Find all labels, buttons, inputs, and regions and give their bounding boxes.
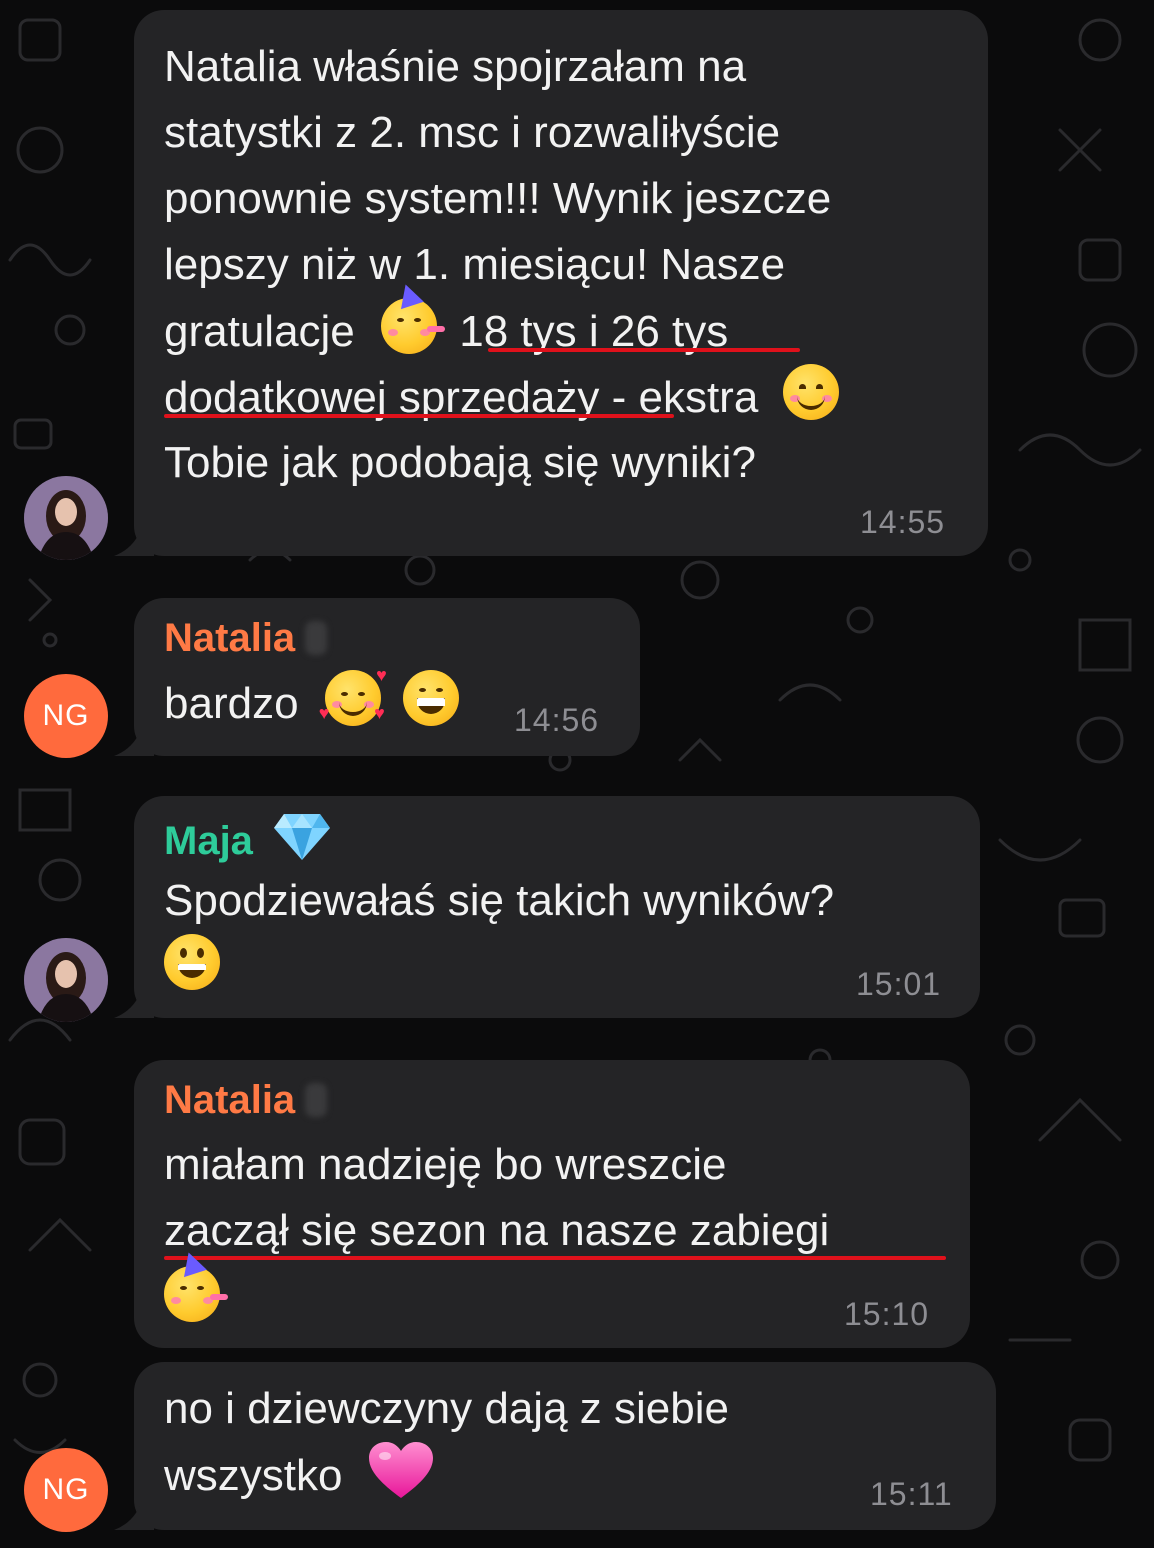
- smiling-face-emoji: [782, 364, 839, 420]
- message-line: statystki z 2. msc i rozwaliłyście: [164, 108, 781, 157]
- message-bubble-3[interactable]: Maja Spodziewałaś się takich wyników? 15…: [134, 796, 980, 1018]
- message-line: lepszy niż w 1. miesiącu! Nasze: [164, 240, 786, 289]
- bubble-tail: [114, 978, 154, 1018]
- avatar-initials[interactable]: NG: [24, 674, 108, 758]
- grinning-face-emoji: [403, 670, 460, 726]
- message-bubble-5[interactable]: no i dziewczyny dają z siebie wszystko 1…: [134, 1362, 996, 1530]
- highlighted-phrase: zaczął się sezon na nasze zabiegi: [164, 1206, 830, 1255]
- gem-stone-icon: [274, 814, 331, 860]
- message-timestamp: 15:10: [844, 1296, 930, 1332]
- grinning-face-emoji: [164, 934, 220, 990]
- message-line: Natalia właśnie spojrzałam na: [164, 42, 747, 91]
- highlight-underline: [164, 1256, 946, 1260]
- message-line: [164, 1248, 228, 1333]
- message-line: gratulacje 18 tys i 26 tys: [164, 280, 728, 365]
- smiling-face-with-hearts-emoji: ♥ ♥ ♥: [319, 666, 387, 726]
- message-line: Spodziewałaś się takich wyników?: [164, 876, 835, 925]
- highlight-underline: [488, 348, 800, 352]
- message-bubble-2[interactable]: Natalia bardzo ♥ ♥ ♥ 14:56: [134, 598, 640, 756]
- sender-name: Maja: [164, 812, 331, 865]
- message-line: no i dziewczyny dają z siebie: [164, 1384, 729, 1433]
- message-timestamp: 14:55: [860, 504, 946, 540]
- blurred-surname: [305, 621, 328, 655]
- pink-heart-icon: [368, 1442, 433, 1498]
- profile-photo-icon: [24, 938, 108, 1022]
- sender-name: Natalia: [164, 1076, 328, 1124]
- sender-name-text: Maja: [164, 819, 253, 863]
- bubble-tail: [114, 1490, 154, 1530]
- message-line: wszystko: [164, 1442, 433, 1509]
- bubble-tail: [114, 516, 154, 556]
- message-timestamp: 15:11: [870, 1476, 953, 1512]
- partying-face-emoji: [381, 280, 446, 354]
- message-fragment: gratulacje: [164, 307, 355, 356]
- message-timestamp: 15:01: [856, 966, 942, 1002]
- sender-name-text: Natalia: [164, 1078, 296, 1122]
- message-timestamp: 14:56: [514, 702, 600, 738]
- profile-photo-icon: [24, 476, 108, 560]
- blurred-surname: [305, 1083, 328, 1117]
- message-bubble-4[interactable]: Natalia miałam nadzieję bo wreszcie zacz…: [134, 1060, 970, 1348]
- message-line: dodatkowej sprzedaży - ekstra: [164, 364, 839, 431]
- highlight-underline: [164, 414, 674, 418]
- bubble-tail: [114, 716, 154, 756]
- avatar-photo[interactable]: [24, 938, 108, 1022]
- message-line: ponownie system!!! Wynik jeszcze: [164, 174, 832, 223]
- message-line: [164, 934, 220, 1001]
- partying-face-emoji: [164, 1248, 228, 1322]
- message-fragment: wszystko: [164, 1451, 343, 1500]
- message-bubble-1[interactable]: Natalia właśnie spojrzałam na statystki …: [134, 10, 988, 556]
- sender-name: Natalia: [164, 614, 328, 662]
- avatar-initials[interactable]: NG: [24, 1448, 108, 1532]
- message-line: Tobie jak podobają się wyniki?: [164, 438, 756, 487]
- avatar-photo[interactable]: [24, 476, 108, 560]
- message-line: bardzo ♥ ♥ ♥: [164, 666, 460, 737]
- sender-name-text: Natalia: [164, 616, 296, 660]
- message-fragment: bardzo: [164, 679, 299, 728]
- message-line: miałam nadzieję bo wreszcie: [164, 1140, 727, 1189]
